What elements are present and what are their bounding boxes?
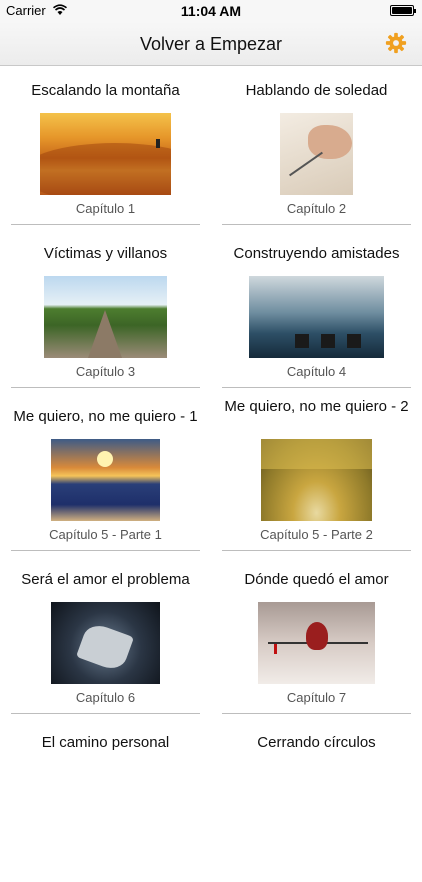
chapter-image [258,602,375,684]
chapter-cell-5[interactable]: Me quiero, no me quiero - 1 Capítulo 5 -… [0,393,211,556]
chapter-cell-10[interactable]: Cerrando círculos [211,719,422,882]
chapter-caption: Capítulo 5 - Parte 1 [49,527,162,542]
divider [11,387,200,388]
page-title: Volver a Empezar [139,34,283,54]
chapter-cell-1[interactable]: Escalando la montaña Capítulo 1 [0,67,211,230]
chapter-image [280,113,353,195]
chapter-image [44,276,167,358]
chapter-caption: Capítulo 4 [286,364,347,379]
chapter-cell-6[interactable]: Me quiero, no me quiero - 2 Capítulo 5 -… [211,393,422,556]
chapter-cell-8[interactable]: Dónde quedó el amor Capítulo 7 [211,556,422,719]
chapter-image [51,439,160,521]
chapter-image [40,113,171,195]
chapter-title: Escalando la montaña [31,82,180,99]
chapter-cell-2[interactable]: Hablando de soledad Capítulo 2 [211,67,422,230]
chapter-image [249,276,384,358]
clock: 11:04 AM [180,3,242,19]
chapter-title: Víctimas y villanos [43,245,168,262]
divider [222,224,411,225]
chapter-cell-9[interactable]: El camino personal [0,719,211,882]
battery-icon [390,5,416,16]
chapter-title: Hablando de soledad [245,82,388,99]
chapter-title: Construyendo amistades [233,245,400,262]
divider [222,550,411,551]
divider [11,224,200,225]
chapter-title: Dónde quedó el amor [244,571,389,588]
chapter-caption: Capítulo 5 - Parte 2 [260,527,373,542]
chapter-caption: Capítulo 2 [286,201,347,216]
chapter-cell-3[interactable]: Víctimas y villanos Capítulo 3 [0,230,211,393]
chapter-caption: Capítulo 1 [75,201,136,216]
status-bar: Carrier 11:04 AM [0,0,422,22]
chapter-title: El camino personal [41,734,170,751]
chapter-title: Me quiero, no me quiero - 1 [13,408,198,425]
chapter-cell-7[interactable]: Será el amor el problema Capítulo 6 [0,556,211,719]
divider [222,713,411,714]
chapter-caption: Capítulo 6 [75,690,136,705]
chapter-title: Será el amor el problema [21,571,190,588]
chapter-title: Me quiero, no me quiero - 2 [224,398,409,415]
chapter-image [51,602,160,684]
chapter-cell-4[interactable]: Construyendo amistades Capítulo 4 [211,230,422,393]
divider [11,713,200,714]
gear-icon[interactable] [385,32,407,54]
divider [11,550,200,551]
chapter-image [261,439,372,521]
chapter-title: Cerrando círculos [257,734,376,751]
divider [222,387,411,388]
navigation-bar: Volver a Empezar [0,22,422,66]
chapter-caption: Capítulo 3 [75,364,136,379]
chapter-caption: Capítulo 7 [286,690,347,705]
